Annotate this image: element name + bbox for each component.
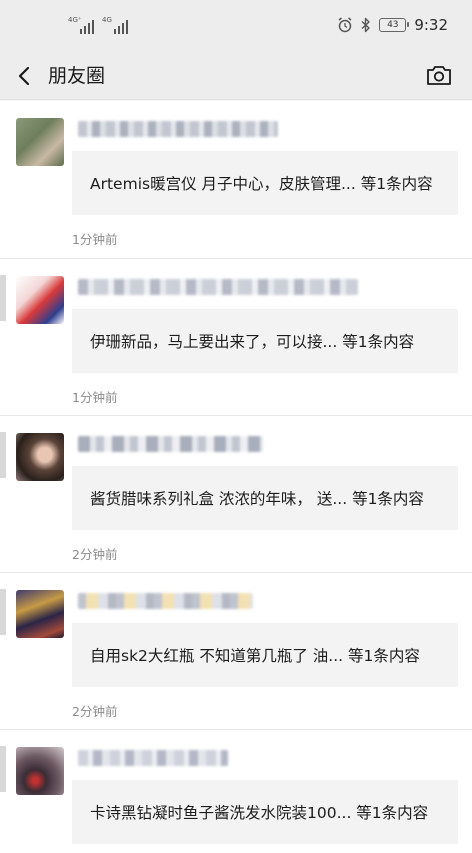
- avatar[interactable]: [16, 276, 64, 324]
- network-label: 4G⁺: [68, 16, 82, 24]
- post-time: 2分钟前: [72, 704, 118, 719]
- battery-icon: 43: [379, 18, 410, 32]
- user-name[interactable]: [78, 593, 253, 609]
- moments-feed: Artemis暖宫仪 月子中心，皮肤管理... 等1条内容 1分钟前 伊珊新品，…: [0, 101, 472, 853]
- camera-icon[interactable]: [426, 64, 452, 86]
- avatar[interactable]: [16, 433, 64, 481]
- avatar[interactable]: [16, 118, 64, 166]
- post-time: 2分钟前: [72, 547, 118, 562]
- post-time: 1分钟前: [72, 390, 118, 405]
- list-item[interactable]: 伊珊新品，马上要出来了，可以接... 等1条内容 1分钟前: [0, 258, 472, 415]
- list-item[interactable]: 酱货腊味系列礼盒 浓浓的年味， 送... 等1条内容 2分钟前: [0, 415, 472, 572]
- share-card[interactable]: 伊珊新品，马上要出来了，可以接... 等1条内容: [72, 309, 458, 373]
- card-text: Artemis暖宫仪 月子中心，皮肤管理... 等1条内容: [90, 175, 433, 193]
- battery-level: 43: [387, 20, 399, 30]
- alarm-icon: [338, 17, 352, 33]
- share-card[interactable]: Artemis暖宫仪 月子中心，皮肤管理... 等1条内容: [72, 151, 458, 215]
- page-title: 朋友圈: [48, 65, 106, 87]
- edge-marker: [0, 746, 6, 792]
- list-item[interactable]: 自用sk2大红瓶 不知道第几瓶了 油... 等1条内容 2分钟前: [0, 572, 472, 729]
- share-card[interactable]: 酱货腊味系列礼盒 浓浓的年味， 送... 等1条内容: [72, 466, 458, 530]
- share-card[interactable]: 卡诗黑钻凝时鱼子酱洗发水院装100... 等1条内容: [72, 780, 458, 844]
- back-icon[interactable]: [14, 64, 34, 88]
- edge-marker: [0, 589, 6, 635]
- avatar[interactable]: [16, 590, 64, 638]
- signal-group: 4G⁺ 4G: [68, 14, 128, 34]
- signal-icon: 4G⁺: [68, 16, 94, 34]
- card-text: 自用sk2大红瓶 不知道第几瓶了 油... 等1条内容: [90, 647, 420, 665]
- bluetooth-icon: [361, 17, 371, 33]
- list-item[interactable]: Artemis暖宫仪 月子中心，皮肤管理... 等1条内容 1分钟前: [0, 101, 472, 258]
- card-text: 伊珊新品，马上要出来了，可以接... 等1条内容: [90, 333, 415, 351]
- user-name[interactable]: [78, 436, 263, 452]
- card-text: 卡诗黑钻凝时鱼子酱洗发水院装100... 等1条内容: [90, 804, 429, 822]
- edge-marker: [0, 275, 6, 321]
- post-time: 1分钟前: [72, 232, 118, 247]
- status-right: 43 9:32: [337, 13, 448, 37]
- signal-icon: 4G: [102, 16, 128, 34]
- list-item[interactable]: 卡诗黑钻凝时鱼子酱洗发水院装100... 等1条内容: [0, 729, 472, 853]
- user-name[interactable]: [78, 279, 358, 295]
- edge-marker: [0, 432, 6, 478]
- card-text: 酱货腊味系列礼盒 浓浓的年味， 送... 等1条内容: [90, 490, 424, 508]
- status-time: 9:32: [414, 16, 448, 34]
- user-name[interactable]: [78, 750, 228, 766]
- share-card[interactable]: 自用sk2大红瓶 不知道第几瓶了 油... 等1条内容: [72, 623, 458, 687]
- nav-bar: 朋友圈: [0, 52, 472, 100]
- avatar[interactable]: [16, 747, 64, 795]
- status-bar: 4G⁺ 4G 43 9:32: [0, 0, 472, 52]
- user-name[interactable]: [78, 121, 278, 137]
- network-label: 4G: [102, 16, 112, 24]
